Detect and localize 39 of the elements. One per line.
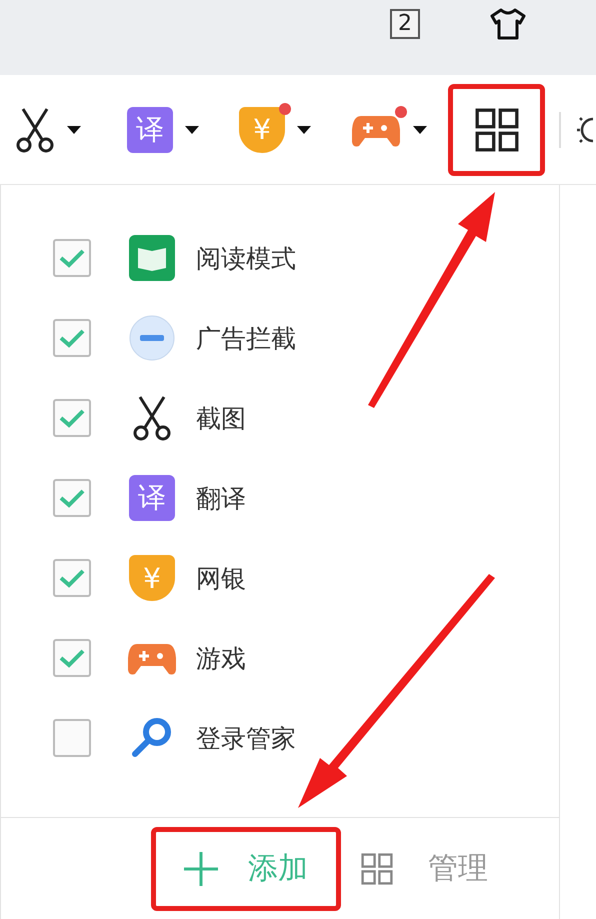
search-icon: [130, 716, 174, 760]
caret-icon[interactable]: [297, 126, 311, 134]
check-icon: [59, 648, 85, 668]
book-icon: [129, 235, 175, 281]
menu-item-label: 网银: [196, 562, 246, 594]
caret-icon[interactable]: [67, 126, 81, 134]
check-icon: [59, 248, 85, 268]
scissors-icon: [132, 395, 172, 441]
check-icon: [59, 328, 85, 348]
manage-button[interactable]: 管理: [428, 848, 488, 889]
grid-icon: [474, 108, 518, 152]
menu-item-label: 截图: [196, 402, 246, 434]
translate-icon: 译: [129, 475, 175, 521]
caret-icon[interactable]: [185, 126, 199, 134]
menu-item-label: 翻译: [196, 482, 246, 514]
menu-item-label: 阅读模式: [196, 242, 296, 274]
apps-button[interactable]: [448, 84, 545, 176]
shirt-icon[interactable]: [490, 8, 526, 40]
checkbox[interactable]: [53, 639, 91, 677]
grid-icon: [361, 852, 393, 884]
add-button[interactable]: 添加: [151, 826, 341, 910]
check-icon: [59, 488, 85, 508]
menu-item-label: 登录管家: [196, 722, 296, 754]
menu-item-label: 广告拦截: [196, 322, 296, 354]
plus-icon: [184, 852, 218, 886]
block-icon: [129, 315, 175, 361]
checkbox[interactable]: [53, 719, 91, 757]
checkbox[interactable]: [53, 239, 91, 277]
checkbox[interactable]: [53, 399, 91, 437]
checkbox[interactable]: [53, 319, 91, 357]
check-icon: [59, 568, 85, 588]
caret-icon[interactable]: [413, 126, 427, 134]
tab-count[interactable]: 2: [390, 8, 420, 38]
shield-icon: ¥: [129, 555, 175, 601]
menu-item-label: 游戏: [196, 642, 246, 674]
translate-icon: 译: [127, 106, 173, 152]
checkbox[interactable]: [53, 479, 91, 517]
checkbox[interactable]: [53, 559, 91, 597]
check-icon: [59, 408, 85, 428]
